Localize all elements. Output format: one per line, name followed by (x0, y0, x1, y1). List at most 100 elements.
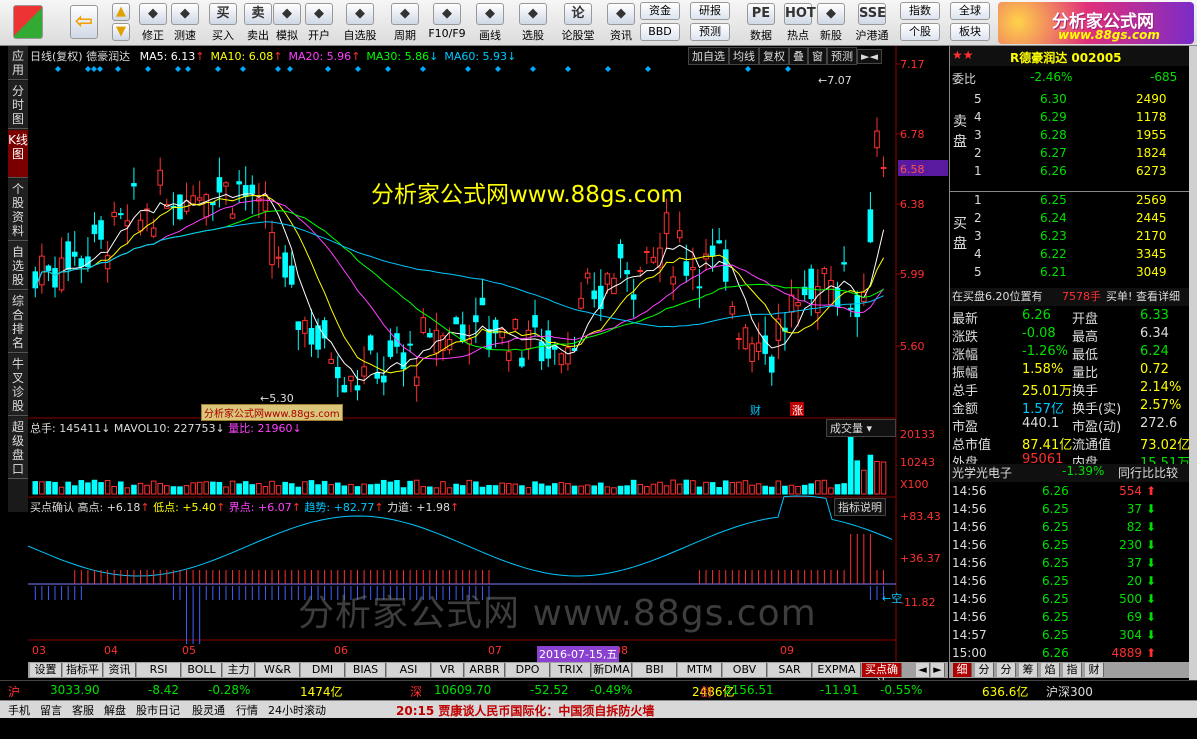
toolbar-button-info[interactable]: ◆ 资讯 (604, 0, 638, 46)
toolbar-button-star[interactable]: ◆ 自选股 (340, 0, 380, 46)
indicator-tab[interactable]: ARBR (465, 663, 505, 677)
grid-icon[interactable] (8, 0, 48, 46)
sidenav-tab[interactable]: 应用 (8, 46, 28, 80)
toolbar-button-document[interactable]: ◆ F10/F9 (427, 0, 467, 46)
chart-button[interactable]: 复权 (759, 47, 789, 65)
tab-scroll-right-icon[interactable]: ► (931, 663, 945, 677)
indicator-tab[interactable]: BIAS (346, 663, 386, 677)
toolbar-button-lock[interactable]: ◆ 开户 (302, 0, 336, 46)
volume-bar (374, 483, 381, 495)
star-icon[interactable]: ★★ (952, 48, 974, 62)
buy-level-row[interactable]: 5 6.21 3049 (950, 265, 1190, 283)
toolbar-button-pencil[interactable]: ◆ 修正 (136, 0, 170, 46)
toolbar-button-hot[interactable]: HOT 热点 (781, 0, 816, 46)
toolbar-small-button[interactable]: 研报 (690, 2, 730, 20)
indicator-tab[interactable]: 资讯 (104, 663, 136, 677)
chart-button[interactable]: 叠 (789, 47, 808, 65)
quote-panel-tab[interactable]: 筹 (1019, 663, 1038, 677)
toolbar-small-button[interactable]: 个股 (900, 23, 940, 41)
indicator-tab[interactable]: 设置 (30, 663, 62, 677)
toolbar-button-pen[interactable]: ◆ 画线 (470, 0, 510, 46)
panel-toggle-icon[interactable]: ►◄ (857, 49, 882, 64)
sidenav-tab[interactable]: 自选股 (8, 242, 28, 290)
toolbar-button-chat[interactable]: 论论股堂 (558, 0, 598, 46)
indicator-tab[interactable]: OBV (723, 663, 767, 677)
chart-button[interactable]: 加自选 (688, 47, 729, 65)
bottom-bar-item[interactable]: 24小时滚动 (268, 702, 326, 718)
indicator-tab[interactable]: BOLL (182, 663, 222, 677)
bottom-bar-item[interactable]: 解盘 (104, 702, 126, 718)
toolbar-button-screen[interactable]: ◆ 选股 (513, 0, 553, 46)
indicator-tab[interactable]: DPO (506, 663, 550, 677)
indicator-help-button[interactable]: 指标说明 (834, 498, 886, 516)
chart-button[interactable]: 均线 (729, 47, 759, 65)
indicator-tab[interactable]: 主力 (223, 663, 255, 677)
toolbar-small-button[interactable]: 全球 (950, 2, 990, 20)
toolbar-small-button[interactable]: 板块 (950, 23, 990, 41)
toolbar-button-clock[interactable]: ◆ 周期 (385, 0, 425, 46)
buy-level-row[interactable]: 3 6.23 2170 (950, 229, 1190, 247)
bottom-bar-item[interactable]: 手机 (8, 702, 30, 718)
vertical-scrollbar[interactable] (1189, 46, 1197, 680)
indicator-tab[interactable]: ASI (387, 663, 431, 677)
buy-level-row[interactable]: 1 6.25 2569 (950, 193, 1190, 211)
sell-level-row[interactable]: 1 6.26 6273 (950, 164, 1190, 182)
back-arrow-icon[interactable]: ⇦ (66, 0, 102, 46)
toolbar-button-hk[interactable]: SSE 沪港通 (855, 0, 889, 46)
indicator-tab[interactable]: RSI (137, 663, 181, 677)
sidenav-tab[interactable]: 个股资料 (8, 179, 28, 241)
bottom-bar-item[interactable]: 股灵通 (192, 702, 225, 718)
toolbar-small-button[interactable]: 预测 (690, 23, 730, 41)
chart-button[interactable]: 窗 (808, 47, 827, 65)
toolbar-button-buy[interactable]: 买买入 (206, 0, 240, 46)
toolbar-button-clock[interactable]: ◆ 测速 (168, 0, 202, 46)
indicator-tab[interactable]: DMI (301, 663, 345, 677)
toolbar-button-hammer[interactable]: ◆ 模拟 (270, 0, 304, 46)
quote-panel-tab[interactable]: 焰 (1041, 663, 1060, 677)
indicator-tab[interactable]: 买点确认 (862, 663, 902, 690)
bottom-bar-item[interactable]: 股市日记 (136, 702, 180, 718)
order-notice[interactable]: 在买盘6.20位置有 7578手 买单! 查看详细 (950, 288, 1190, 306)
sidenav-tab[interactable]: 分时图 (8, 81, 28, 129)
sell-level-row[interactable]: 5 6.30 2490 (950, 92, 1190, 110)
quote-panel-tab[interactable]: 分 (997, 663, 1016, 677)
indicator-tab[interactable]: 指标平台 (63, 663, 103, 690)
tab-scroll-left-icon[interactable]: ◄ (916, 663, 930, 677)
volume-dropdown[interactable]: 成交量 ▾ (826, 419, 896, 437)
news-ticker[interactable]: 20:15 贾康谈人民币国际化：中国须自拆防火墙 (396, 702, 654, 719)
kline-chart-svg[interactable]: 7.176.786.385.995.606.58←7.07←5.30财 涨2013… (28, 46, 948, 662)
up-down-arrows-icon[interactable]: ▲ ▼ (110, 0, 132, 46)
indicator-tab[interactable]: BBI (633, 663, 677, 677)
sidenav-tab[interactable]: 综合排名 (8, 291, 28, 353)
sidenav-tab[interactable]: K线图 (8, 130, 28, 178)
indicator-tab[interactable]: EXPMA (813, 663, 861, 677)
sidenav-tab[interactable]: 牛叉诊股 (8, 354, 28, 416)
indicator-tab[interactable]: W&R (256, 663, 300, 677)
buy-level-row[interactable]: 4 6.22 3345 (950, 247, 1190, 265)
quote-panel-tab[interactable]: 指 (1063, 663, 1082, 677)
toolbar-small-button[interactable]: BBD (640, 23, 680, 41)
toolbar-small-button[interactable]: 指数 (900, 2, 940, 20)
bottom-bar-item[interactable]: 留言 (40, 702, 62, 718)
toolbar-button-pe[interactable]: PE 数据 (744, 0, 778, 46)
buy-level-row[interactable]: 2 6.24 2445 (950, 211, 1190, 229)
quote-panel-tab[interactable]: 财 (1085, 663, 1104, 677)
indicator-tab[interactable]: SAR (768, 663, 812, 677)
sell-level-row[interactable]: 4 6.29 1178 (950, 110, 1190, 128)
toolbar-button-newstock[interactable]: ◆ 新股 (814, 0, 848, 46)
sidenav-tab[interactable]: 超级盘口 (8, 417, 28, 479)
toolbar-small-button[interactable]: 资金 (640, 2, 680, 20)
indicator-tab[interactable]: VR (432, 663, 464, 677)
indicator-tab[interactable]: TRIX (551, 663, 591, 677)
indicator-tab[interactable]: 新DMA (592, 663, 632, 677)
indicator-tab[interactable]: MTM (678, 663, 722, 677)
bottom-bar-item[interactable]: 行情 (236, 702, 258, 718)
sell-level-row[interactable]: 3 6.28 1955 (950, 128, 1190, 146)
quote-panel-tab[interactable]: 细 (953, 663, 972, 677)
chart-button[interactable]: 预测 (827, 47, 857, 65)
sell-level-row[interactable]: 2 6.27 1824 (950, 146, 1190, 164)
kline-chart-area[interactable]: 7.17 6.78 6.38 5.99 5.60 6.58 ←7.07 ←5.30 财涨 2013… (28, 46, 948, 662)
bottom-bar-item[interactable]: 客服 (72, 702, 94, 718)
sector-row[interactable]: 光学光电子 -1.39% 同行比比较 (950, 464, 1190, 482)
quote-panel-tab[interactable]: 分 (975, 663, 994, 677)
